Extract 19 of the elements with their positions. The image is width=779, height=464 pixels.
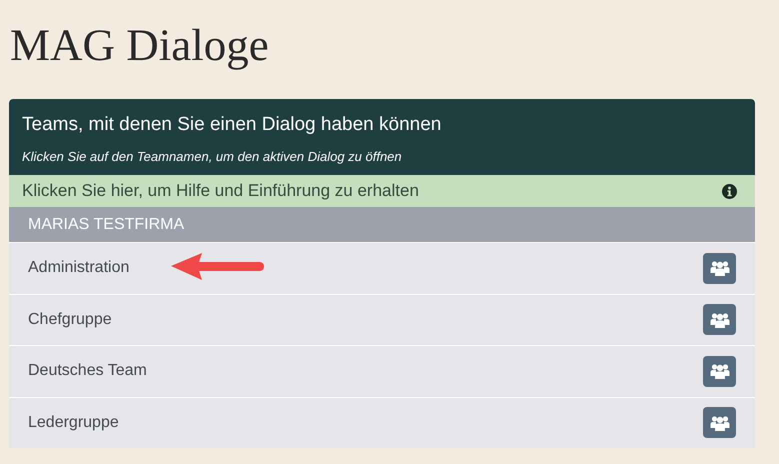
team-link[interactable]: Chefgruppe bbox=[28, 310, 112, 329]
team-button[interactable] bbox=[703, 407, 736, 438]
info-icon bbox=[722, 184, 737, 198]
help-link[interactable]: Klicken Sie hier, um Hilfe und Einführung zu erhalten bbox=[22, 181, 419, 201]
help-bar[interactable]: Klicken Sie hier, um Hilfe und Einführung zu erhalten bbox=[9, 175, 755, 207]
panel-subtitle: Klicken Sie auf den Teamnamen, um den aktiven Dialog zu öffnen bbox=[22, 149, 403, 164]
group-icon bbox=[710, 260, 730, 276]
team-button[interactable] bbox=[703, 304, 736, 336]
group-icon bbox=[710, 312, 730, 328]
group-icon bbox=[710, 363, 730, 380]
team-button[interactable] bbox=[703, 356, 736, 387]
team-link[interactable]: Administration bbox=[28, 259, 130, 278]
team-link[interactable]: Ledergruppe bbox=[28, 414, 119, 432]
group-icon bbox=[710, 414, 730, 431]
team-button[interactable] bbox=[703, 252, 736, 284]
page-title: MAG Dialoge bbox=[10, 19, 270, 72]
company-name: MARIAS TESTFIRMA bbox=[28, 216, 184, 234]
team-link[interactable]: Deutsches Team bbox=[28, 362, 147, 380]
panel-title: Teams, mit denen Sie einen Dialog haben können bbox=[22, 113, 442, 137]
